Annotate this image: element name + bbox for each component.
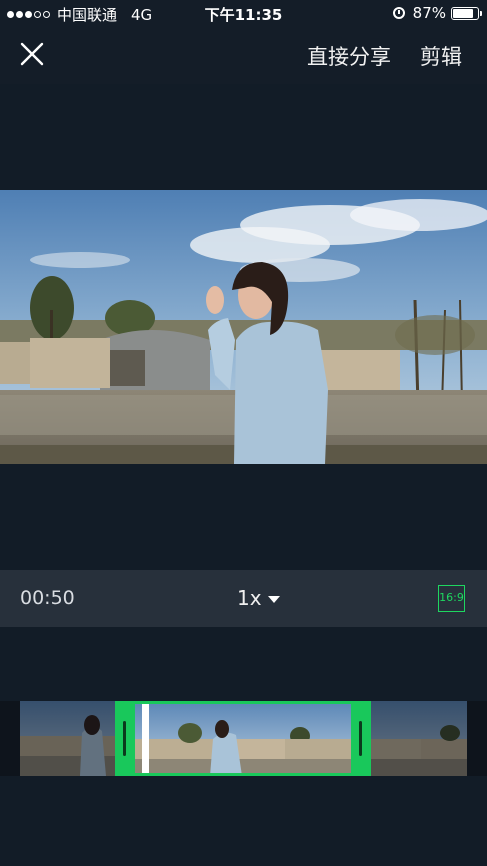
filmstrip-frame: [421, 701, 467, 776]
aspect-ratio-button[interactable]: 16:9: [438, 585, 465, 612]
battery-fill: [453, 8, 473, 18]
speed-button[interactable]: 1x: [237, 586, 280, 610]
playhead[interactable]: [142, 704, 149, 773]
battery-icon: [451, 6, 482, 20]
video-preview-area: [0, 84, 487, 570]
caret-down-icon: [267, 595, 280, 603]
grip-icon: [359, 721, 362, 756]
control-bar: 00:50 1x 16:9: [0, 570, 487, 627]
edit-button[interactable]: 剪辑: [420, 41, 462, 71]
filmstrip-frame: [371, 701, 421, 776]
status-right: 87%: [392, 4, 482, 22]
nav-bar: 直接分享 剪辑: [0, 28, 487, 84]
battery-percent: 87%: [412, 4, 446, 22]
timecode: 00:50: [20, 587, 75, 609]
trim-handle-right[interactable]: [351, 701, 371, 776]
share-button[interactable]: 直接分享: [307, 41, 391, 71]
alarm-icon: [392, 7, 405, 19]
filmstrip-frame: [20, 701, 115, 776]
status-bar: 中国联通 4G 下午11:35 87%: [0, 0, 487, 28]
trim-handle-left[interactable]: [115, 701, 135, 776]
trim-selection: [115, 701, 371, 776]
grip-icon: [123, 721, 126, 756]
video-preview[interactable]: [0, 190, 487, 464]
speed-label: 1x: [237, 586, 262, 610]
close-icon[interactable]: [18, 40, 46, 68]
